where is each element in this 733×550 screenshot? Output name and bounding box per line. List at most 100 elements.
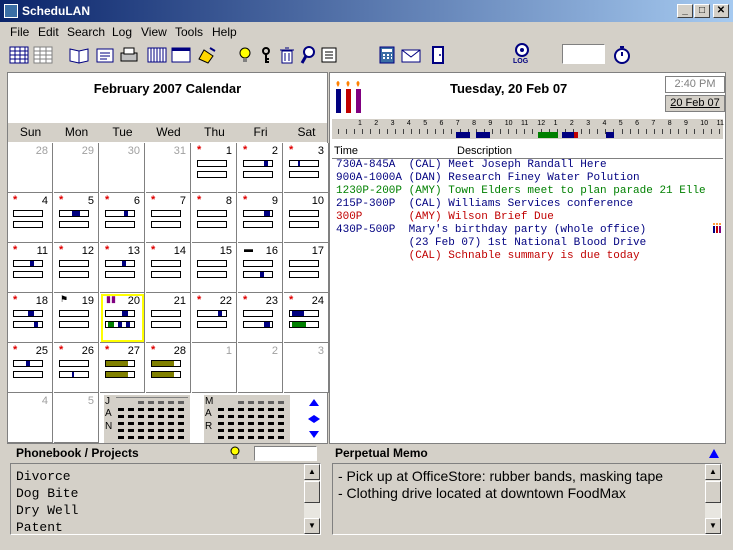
- menu-file[interactable]: File: [10, 25, 29, 39]
- memo-scrollbar[interactable]: ▲ ▼: [705, 464, 721, 534]
- calendar-day[interactable]: 17: [284, 243, 329, 293]
- calendar-day[interactable]: 6 *: [100, 193, 145, 243]
- scroll-thumb[interactable]: [705, 481, 721, 503]
- calendar-day[interactable]: 2: [238, 343, 283, 393]
- year-view-icon[interactable]: [32, 44, 54, 66]
- weekday-header: Sun Mon Tue Wed Thu Fri Sat: [8, 123, 327, 142]
- month-nav-arrows[interactable]: [306, 397, 322, 441]
- appointment-item[interactable]: 730A-845A (CAL) Meet Joseph Randall Here: [336, 159, 607, 171]
- menu-help[interactable]: Help: [212, 25, 237, 39]
- calendar-day[interactable]: 3 *: [284, 143, 329, 193]
- menu-view[interactable]: View: [141, 25, 167, 39]
- appointment-item[interactable]: (CAL) Schnable summary is due today: [336, 250, 640, 262]
- day-view-icon[interactable]: [170, 44, 192, 66]
- list-item[interactable]: Dry Well: [16, 502, 78, 519]
- calendar-day[interactable]: 29: [54, 143, 99, 193]
- calendar-day[interactable]: 12 *: [54, 243, 99, 293]
- calendar-day[interactable]: 18 *: [8, 293, 53, 343]
- calendar-day[interactable]: 27 *: [100, 343, 145, 393]
- email-icon[interactable]: [400, 44, 422, 66]
- calendar-day[interactable]: 15: [192, 243, 237, 293]
- calendar-day[interactable]: 16 ▬: [238, 243, 283, 293]
- phonebook-scrollbar[interactable]: ▲ ▼: [304, 464, 320, 534]
- calendar-day[interactable]: 4 *: [8, 193, 53, 243]
- scroll-thumb[interactable]: [304, 481, 320, 503]
- maximize-button[interactable]: □: [694, 4, 710, 18]
- list-item[interactable]: Dog Bite: [16, 485, 78, 502]
- appointment-item[interactable]: (23 Feb 07) 1st National Blood Drive: [336, 237, 647, 249]
- birthday-candles-icon: [336, 81, 361, 113]
- calendar-day[interactable]: 30: [100, 143, 145, 193]
- list-item[interactable]: Divorce: [16, 468, 78, 485]
- trash-icon[interactable]: [276, 44, 298, 66]
- calculator-icon[interactable]: [376, 44, 398, 66]
- event-marker: *: [13, 244, 18, 256]
- calendar-day[interactable]: 25 *: [8, 343, 53, 393]
- todo-icon[interactable]: [196, 44, 218, 66]
- calendar-day[interactable]: 20 ▮▮: [100, 293, 145, 343]
- appointment-item[interactable]: 900A-1000A (DAN) Research Finey Water Po…: [336, 172, 640, 184]
- calendar-day[interactable]: 4: [8, 393, 53, 443]
- calendar-day[interactable]: 11 *: [8, 243, 53, 293]
- calendar-day[interactable]: 28 *: [146, 343, 191, 393]
- minimize-button[interactable]: _: [677, 4, 693, 18]
- mini-month-letter: N: [105, 421, 113, 432]
- calendar-day[interactable]: 13 *: [100, 243, 145, 293]
- calendar-day[interactable]: 28: [8, 143, 53, 193]
- print-icon[interactable]: [118, 44, 140, 66]
- memo-area[interactable]: - Pick up at OfficeStore: rubber bands, …: [332, 463, 722, 535]
- mini-calendar-jan[interactable]: J A N: [104, 395, 190, 443]
- calendar-day[interactable]: 14 *: [146, 243, 191, 293]
- door-icon[interactable]: [427, 44, 449, 66]
- calendar-day[interactable]: 3: [284, 343, 329, 393]
- lightbulb-icon[interactable]: [229, 446, 241, 460]
- scroll-up-button[interactable]: ▲: [705, 464, 721, 480]
- key-icon[interactable]: [255, 44, 277, 66]
- notes-icon[interactable]: [94, 44, 116, 66]
- phonebook-search-input[interactable]: [254, 446, 317, 461]
- week-view-icon[interactable]: [146, 44, 168, 66]
- mini-calendar-mar[interactable]: M A R: [204, 395, 290, 443]
- calendar-day[interactable]: 26 *: [54, 343, 99, 393]
- find-next-icon[interactable]: [318, 44, 340, 66]
- calendar-day[interactable]: 9 *: [238, 193, 283, 243]
- calendar-day[interactable]: 1 *: [192, 143, 237, 193]
- calendar-day[interactable]: 7 *: [146, 193, 191, 243]
- appointment-item[interactable]: 215P-300P (CAL) Williams Services confer…: [336, 198, 633, 210]
- day-number: 23: [265, 295, 278, 307]
- calendar-day[interactable]: 5 *: [54, 193, 99, 243]
- calendar-day[interactable]: 23 *: [238, 293, 283, 343]
- mini-day: [228, 422, 234, 425]
- calendar-day[interactable]: 1: [192, 343, 237, 393]
- appointment-item[interactable]: 1230P-200P (AMY) Town Elders meet to pla…: [336, 185, 706, 197]
- calendar-day[interactable]: 10: [284, 193, 329, 243]
- stopwatch-icon[interactable]: [611, 44, 633, 66]
- close-button[interactable]: ✕: [713, 4, 729, 18]
- calendar-day[interactable]: 31: [146, 143, 191, 193]
- appointment-item[interactable]: 430P-500P Mary's birthday party (whole o…: [336, 224, 646, 236]
- appointment-item[interactable]: 300P (AMY) Wilson Brief Due: [336, 211, 554, 223]
- menu-log[interactable]: Log: [112, 25, 132, 39]
- scroll-up-button[interactable]: ▲: [304, 464, 320, 480]
- month-view-icon[interactable]: [8, 44, 30, 66]
- scroll-down-button[interactable]: ▼: [705, 518, 721, 534]
- phonebook-icon[interactable]: [68, 44, 90, 66]
- month-calendar: February 2007 Calendar Sun Mon Tue Wed T…: [7, 72, 329, 444]
- calendar-day[interactable]: 5: [54, 393, 99, 443]
- calendar-day[interactable]: 21: [146, 293, 191, 343]
- lightbulb-icon[interactable]: [234, 44, 256, 66]
- calendar-day[interactable]: 2 *: [238, 143, 283, 193]
- menu-tools[interactable]: Tools: [175, 25, 203, 39]
- calendar-day[interactable]: 22 *: [192, 293, 237, 343]
- today-button[interactable]: 20 Feb 07: [665, 95, 725, 112]
- menu-search[interactable]: Search: [67, 25, 105, 39]
- memo-collapse-icon[interactable]: [707, 447, 721, 460]
- calendar-day[interactable]: 24 *: [284, 293, 329, 343]
- timer-field[interactable]: [562, 44, 605, 64]
- scroll-down-button[interactable]: ▼: [304, 518, 320, 534]
- list-item[interactable]: Patent: [16, 519, 78, 536]
- calendar-day[interactable]: 19 ⚑: [54, 293, 99, 343]
- menu-edit[interactable]: Edit: [38, 25, 59, 39]
- mini-day: [268, 429, 274, 432]
- calendar-day[interactable]: 8 *: [192, 193, 237, 243]
